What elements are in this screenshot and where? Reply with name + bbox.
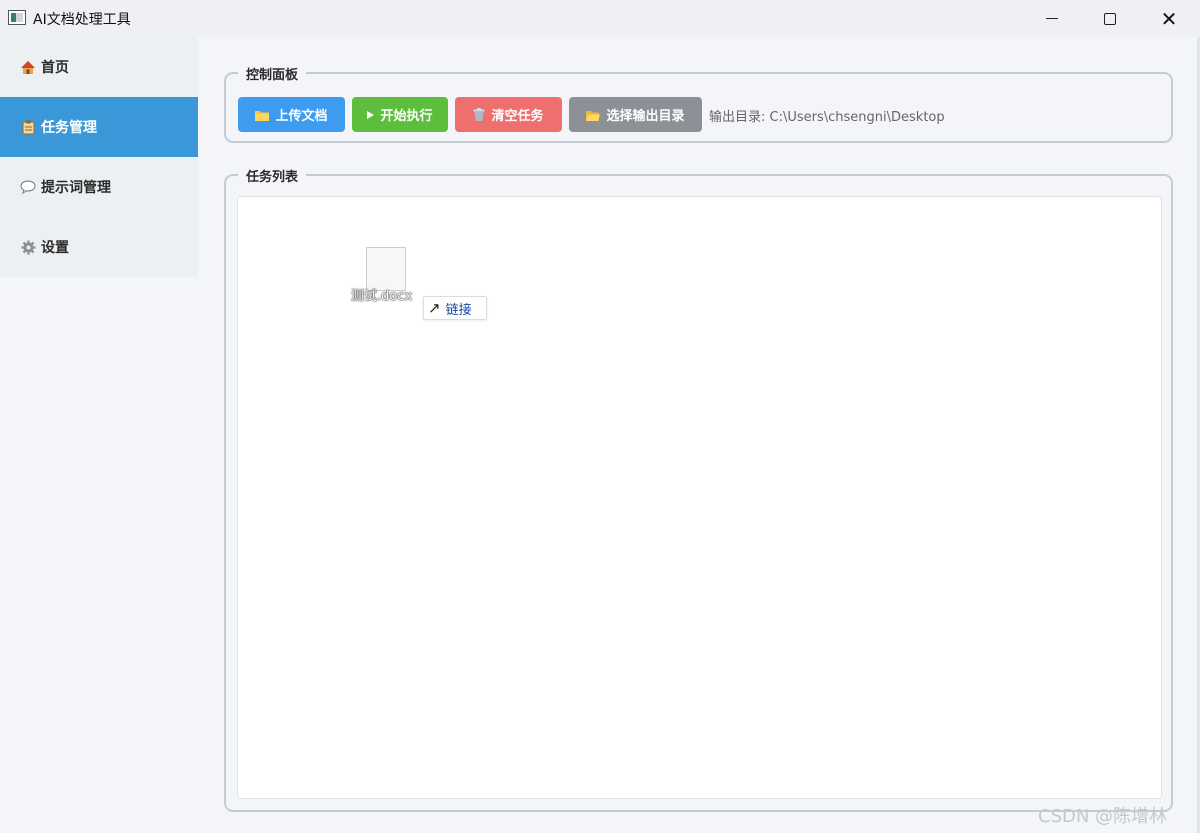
sidebar-item-prompt-management[interactable]: 提示词管理 (0, 157, 198, 217)
gear-icon (20, 239, 36, 255)
start-execution-button[interactable]: 开始执行 (352, 97, 448, 132)
arrow-up-right-icon: ↗ (428, 299, 441, 317)
maximize-button[interactable] (1081, 0, 1139, 37)
drag-link-label: 链接 (445, 302, 472, 318)
title-bar: AI文档处理工具 ✕ (0, 0, 1200, 37)
sidebar: 首页 任务管理 提示词管理 设置 (0, 37, 198, 277)
maximize-icon (1104, 12, 1116, 25)
watermark: CSDN @陈增林 (1038, 806, 1168, 827)
clear-tasks-label: 清空任务 (491, 109, 544, 124)
home-icon (20, 59, 36, 75)
start-execution-label: 开始执行 (380, 109, 433, 124)
upload-document-button[interactable]: 上传文档 (238, 97, 345, 132)
clipboard-icon (20, 119, 36, 135)
trash-icon (473, 108, 485, 121)
drag-link-tooltip: ↗ 链接 (423, 296, 487, 320)
sidebar-item-label: 设置 (41, 240, 69, 256)
dragged-file-name: 测试.docx (351, 289, 413, 304)
control-panel-title: 控制面板 (238, 64, 307, 83)
upload-document-label: 上传文档 (275, 109, 328, 124)
task-drop-area[interactable]: 测试.docx ↗ 链接 (237, 196, 1162, 799)
clear-tasks-button[interactable]: 清空任务 (455, 97, 562, 132)
control-panel: 控制面板 上传文档 开始执行 清空任务 选择输出目录 输出目录: C:\User… (224, 64, 1173, 143)
app-icon (8, 10, 26, 25)
sidebar-item-label: 首页 (41, 60, 69, 76)
minimize-icon (1046, 18, 1058, 19)
window-title: AI文档处理工具 (33, 12, 131, 28)
sidebar-item-task-management[interactable]: 任务管理 (0, 97, 198, 157)
play-icon (367, 110, 375, 119)
minimize-button[interactable] (1023, 0, 1081, 37)
task-list-panel: 任务列表 测试.docx ↗ 链接 (224, 166, 1173, 812)
folder-icon (255, 109, 270, 121)
sidebar-item-label: 任务管理 (41, 120, 97, 136)
close-button[interactable]: ✕ (1140, 0, 1198, 37)
select-output-dir-label: 选择输出目录 (606, 109, 685, 124)
output-directory-text: 输出目录: C:\Users\chsengni\Desktop (709, 110, 945, 125)
open-folder-icon (586, 109, 601, 121)
sidebar-item-settings[interactable]: 设置 (0, 217, 198, 277)
sidebar-item-label: 提示词管理 (41, 180, 111, 196)
select-output-dir-button[interactable]: 选择输出目录 (569, 97, 702, 132)
task-list-title: 任务列表 (238, 166, 307, 185)
sidebar-item-home[interactable]: 首页 (0, 37, 198, 97)
speech-bubble-icon (20, 179, 36, 195)
close-icon: ✕ (1160, 6, 1178, 31)
